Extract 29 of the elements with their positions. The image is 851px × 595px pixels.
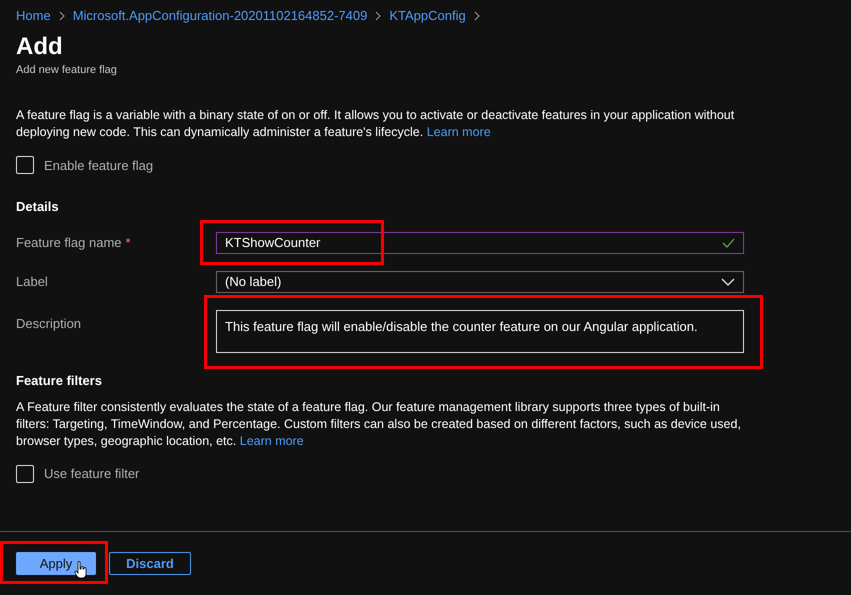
intro-text: A feature flag is a variable with a binary state of on or off. It allows you to activate or deactivate features in your application without deploying new code. This can dynamically administer a feature's lifecycle. Learn more — [16, 106, 736, 140]
chevron-right-icon — [474, 11, 480, 21]
apply-button[interactable]: Apply — [16, 552, 96, 575]
filters-text: A Feature filter consistently evaluates the state of a feature flag. Our feature management library supports three types of built-in filters: Targeting, TimeWindow, and Percentage. Custom filters can also be created based on different factors, such as device used, browser types, geographic location, etc. Learn more — [16, 399, 742, 450]
hand-cursor-icon — [74, 560, 88, 578]
learn-more-link[interactable]: Learn more — [240, 434, 304, 448]
chevron-right-icon — [58, 11, 65, 21]
section-heading: Details — [16, 198, 60, 216]
checkbox-label: Use feature filter — [44, 465, 140, 483]
field-label: Label — [16, 272, 48, 291]
discard-button[interactable]: Discard — [109, 552, 191, 575]
field-label: Description — [16, 314, 82, 333]
learn-more-link[interactable]: Learn more — [426, 124, 491, 138]
input-field[interactable]: KTShowCounter — [216, 232, 744, 254]
chevron-down-icon — [721, 278, 735, 286]
checkbox[interactable] — [16, 464, 34, 483]
section-heading: Feature filters — [16, 372, 103, 390]
breadcrumb-link[interactable]: KTAppConfig — [389, 6, 466, 26]
breadcrumb-link[interactable]: Home — [16, 6, 51, 26]
checkbox-label: Enable feature flag — [44, 156, 154, 175]
label-dropdown[interactable]: (No label) — [216, 270, 744, 292]
breadcrumb-link[interactable]: Microsoft.AppConfiguration-20201102164852-7409 — [72, 6, 368, 26]
description-textarea[interactable]: This feature flag will enable/disable the counter feature on our Angular application. — [216, 310, 744, 352]
chevron-right-icon — [375, 11, 382, 21]
page-subtitle: Add new feature flag — [16, 63, 118, 78]
page-title: Add — [16, 32, 64, 62]
checkbox[interactable] — [16, 156, 34, 174]
field-label: Feature flag name — [16, 234, 122, 252]
required-mark: * — [126, 234, 131, 252]
